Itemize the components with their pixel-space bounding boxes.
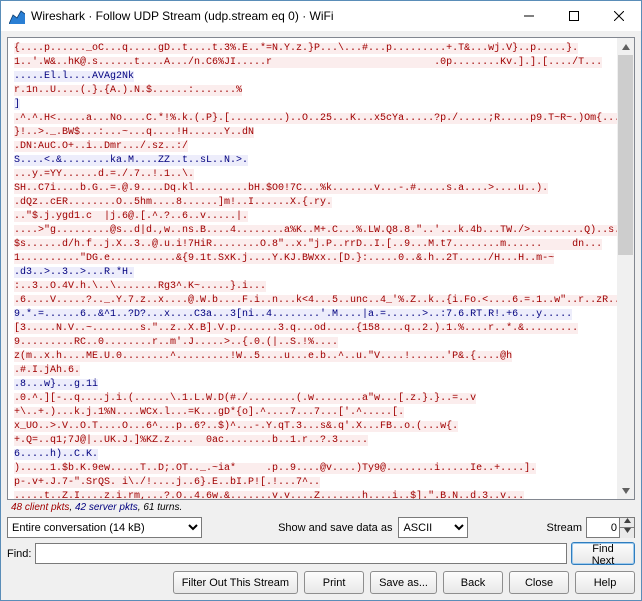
show-save-as-label: Show and save data as — [278, 522, 392, 534]
stream-line: .DN:AuC.O+..i..Dmr.../.sz..:/ — [14, 140, 615, 154]
stream-line: .^.^.H<.....a...No....C.*!%.k.(.P}.[....… — [14, 112, 615, 126]
button-row: Filter Out This Stream Print Save as... … — [7, 571, 635, 594]
stream-line: SH..C7i....b.G..=.@.9....Dq.kl.........b… — [14, 182, 615, 196]
stream-line: 1..'.W&..hK@.s......t....A.../n.C6%JI...… — [14, 56, 615, 70]
client-area: {....p......_oC...q.....gD..t....t.3%.E.… — [1, 31, 641, 600]
stream-line: :..3..O.4V.h.\..\.......Rg3^.K~.....}.i.… — [14, 280, 615, 294]
stream-line: .."$.j.ygd1.c |j.6@.[.^.?..6..v.....|. — [14, 210, 615, 224]
stream-line: .....El.l....AVAg2Nk — [14, 70, 615, 84]
stream-line: z(m..x.h....ME.U.0........^.........!W..… — [14, 350, 615, 364]
close-button-bottom[interactable]: Close — [509, 571, 569, 594]
wireshark-icon — [9, 8, 25, 24]
stream-line: 6.....h)..C.K. — [14, 448, 615, 462]
scroll-thumb[interactable] — [618, 55, 633, 255]
titlebar: Wireshark · Follow UDP Stream (udp.strea… — [1, 1, 641, 31]
minimize-button[interactable] — [506, 1, 551, 31]
stream-text-container: {....p......_oC...q.....gD..t....t.3%.E.… — [7, 37, 635, 500]
save-as-button[interactable]: Save as... — [370, 571, 437, 594]
stream-line: 9.........RC..0........r..m'.J.....>..{.… — [14, 336, 615, 350]
stream-line: .#.I.jAh.6. — [14, 364, 615, 378]
stream-line: .6....V.....?.._.Y.7.z..x....@.W.b....F.… — [14, 294, 615, 308]
client-pkts: 48 client pkts — [11, 502, 69, 513]
filter-out-stream-button[interactable]: Filter Out This Stream — [173, 571, 298, 594]
stream-line: {....p......_oC...q.....gD..t....t.3%.E.… — [14, 42, 615, 56]
back-button[interactable]: Back — [443, 571, 503, 594]
stream-step-up[interactable] — [619, 518, 634, 527]
stream-step-down[interactable] — [619, 527, 634, 538]
stream-line: ).....1.$b.K.9ew.....T..D;.OT.._.~ia* .p… — [14, 462, 615, 476]
stats-line: 48 client pkts, 42 server pkts, 61 turns… — [11, 502, 631, 513]
main-window: Wireshark · Follow UDP Stream (udp.strea… — [0, 0, 642, 601]
window-controls — [506, 1, 641, 31]
stream-line: r.1n..U....(.}.{A.).N.$......:.......% — [14, 84, 615, 98]
vertical-scrollbar[interactable] — [617, 38, 634, 499]
options-row: Entire conversation (14 kB) Show and sav… — [7, 517, 635, 538]
stream-label: Stream — [547, 522, 582, 534]
stream-line: }!..>._.BW$...:...~...q....!H......Y..dN — [14, 126, 615, 140]
stream-line: p-.v+.J.7-".SrQS. i\./!....j..6}.E..bI.P… — [14, 476, 615, 490]
stream-line: ] — [14, 98, 615, 112]
stream-line: .0.^.][-..q....j.i.(......\.1.L.W.D(#./.… — [14, 392, 615, 406]
window-title: Wireshark · Follow UDP Stream (udp.strea… — [31, 9, 506, 23]
stream-line: .d3..>..3..>...R.*H. — [14, 266, 615, 280]
find-next-button[interactable]: Find Next — [571, 542, 635, 565]
maximize-button[interactable] — [551, 1, 596, 31]
scroll-down-button[interactable] — [617, 482, 634, 499]
stream-line: ...y.=YY......d.=./.7..!.1..\. — [14, 168, 615, 182]
stream-line: .8...w}...g.1i — [14, 378, 615, 392]
find-input[interactable] — [35, 543, 567, 564]
server-pkts: 42 server pkts — [75, 502, 138, 513]
conversation-select[interactable]: Entire conversation (14 kB) — [7, 517, 202, 538]
format-select[interactable]: ASCII — [398, 517, 468, 538]
stream-line: $s......d/h.f..j.X..3..@.u.i!7HiR.......… — [14, 238, 615, 252]
stream-spinbox[interactable] — [586, 517, 635, 538]
print-button[interactable]: Print — [304, 571, 364, 594]
stream-value-input[interactable] — [587, 519, 619, 536]
find-row: Find: Find Next — [7, 542, 635, 565]
stream-line: 1.........."DG.e...........&{9.1t.SxK.j.… — [14, 252, 615, 266]
stream-line: +.Q=..q1;7J@|..UK.J.]%KZ.z.... 0ac......… — [14, 434, 615, 448]
stream-line: x_UO..>.V..O.T....O...6^...p..6?..$)^...… — [14, 420, 615, 434]
stream-line: 9.*.=......6..&^1..?D?...x....C3a...3[ni… — [14, 308, 615, 322]
find-label: Find: — [7, 548, 31, 560]
stream-line: +\..+.)...k.j.1%N....WCx.l...=K...gD*{o]… — [14, 406, 615, 420]
stream-line: S....<.&........ka.M....ZZ..t..sL..N.>. — [14, 154, 615, 168]
stream-line: [3.....N.V..~........s."..z..X.B].V.p...… — [14, 322, 615, 336]
stream-line: ....>"g.........@s..d|d.,w..ns.B....4...… — [14, 224, 615, 238]
help-button[interactable]: Help — [575, 571, 635, 594]
scroll-up-button[interactable] — [617, 38, 634, 55]
stream-line: .....t..Z.I....z.i.rm,...?.O..4.6w.&....… — [14, 490, 615, 499]
turns: 61 turns. — [143, 502, 182, 513]
close-button[interactable] — [596, 1, 641, 31]
stream-line: .dQz..cER........O..5hm....8......]m!..I… — [14, 196, 615, 210]
stream-text[interactable]: {....p......_oC...q.....gD..t....t.3%.E.… — [8, 38, 617, 499]
